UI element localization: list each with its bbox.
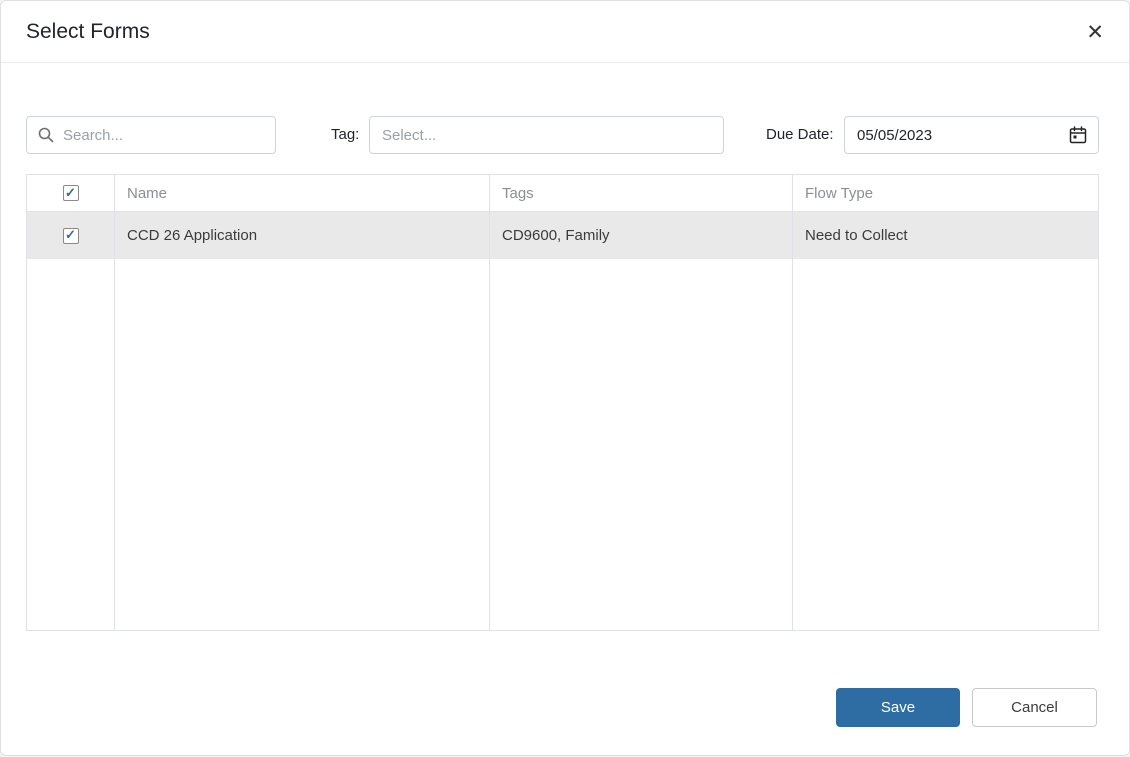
due-date-label: Due Date: — [766, 126, 834, 143]
select-forms-dialog: Select Forms ✕ Tag: Due Date: — [0, 0, 1130, 756]
save-button[interactable]: Save — [836, 688, 960, 727]
dialog-title: Select Forms — [26, 20, 150, 43]
table-empty-area — [27, 259, 1098, 630]
header-checkbox-cell: ✓ — [27, 175, 115, 211]
search-input[interactable] — [26, 116, 276, 154]
tag-label: Tag: — [331, 126, 360, 143]
due-date-input[interactable] — [844, 116, 1099, 154]
cancel-button[interactable]: Cancel — [972, 688, 1097, 727]
table-header-row: ✓ Name Tags Flow Type — [27, 175, 1098, 212]
check-icon: ✓ — [65, 184, 76, 200]
close-button[interactable]: ✕ — [1086, 1, 1104, 63]
close-icon: ✕ — [1086, 20, 1104, 44]
row-flow-type-cell: Need to Collect — [805, 227, 908, 244]
due-date-field-wrap — [844, 116, 1099, 154]
search-field-wrap — [26, 116, 276, 154]
column-header-name: Name — [115, 175, 490, 211]
forms-table: ✓ Name Tags Flow Type ✓ CCD 26 Applicati… — [26, 174, 1099, 631]
column-header-tags: Tags — [490, 175, 793, 211]
select-all-checkbox[interactable]: ✓ — [62, 184, 79, 201]
column-header-flow-type: Flow Type — [805, 184, 874, 202]
calendar-icon[interactable] — [1069, 126, 1087, 144]
tag-select-input[interactable] — [369, 116, 724, 154]
row-checkbox-cell: ✓ — [27, 212, 115, 259]
row-tags-cell: CD9600, Family — [490, 212, 793, 259]
row-name-cell: CCD 26 Application — [115, 212, 490, 259]
dialog-header: Select Forms ✕ — [1, 1, 1129, 63]
table-row[interactable]: ✓ CCD 26 Application CD9600, Family Need… — [27, 212, 1098, 259]
row-checkbox[interactable]: ✓ — [62, 227, 79, 244]
filter-bar: Tag: Due Date: — [1, 116, 1129, 154]
check-icon: ✓ — [65, 227, 76, 242]
